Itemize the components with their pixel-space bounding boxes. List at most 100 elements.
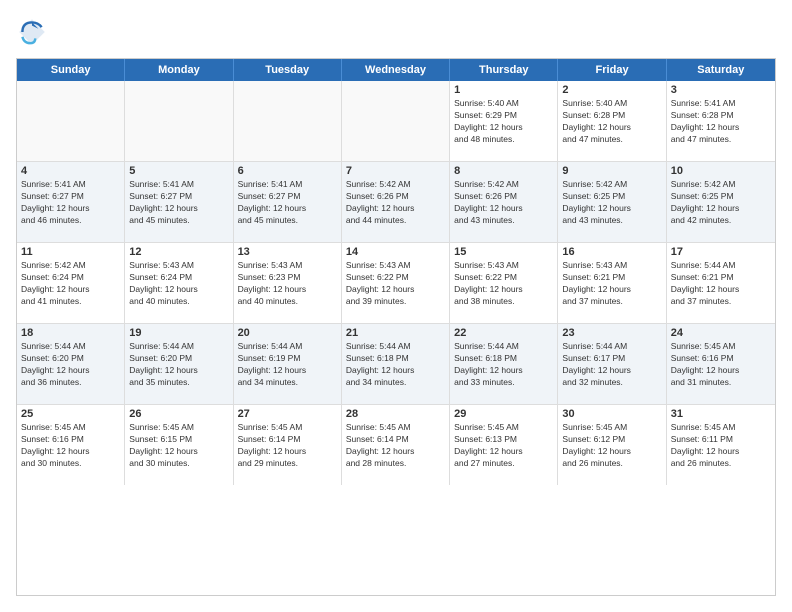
day-number: 14 bbox=[346, 246, 445, 258]
day-info: Sunrise: 5:43 AM Sunset: 6:23 PM Dayligh… bbox=[238, 260, 337, 308]
day-cell-18: 18 Sunrise: 5:44 AM Sunset: 6:20 PM Dayli… bbox=[17, 324, 125, 404]
empty-cell bbox=[125, 81, 233, 161]
day-cell-2: 2Sunrise: 5:40 AM Sunset: 6:28 PM Daylig… bbox=[558, 81, 666, 161]
day-info: Sunrise: 5:41 AM Sunset: 6:28 PM Dayligh… bbox=[671, 98, 771, 146]
calendar-row-1: 1Sunrise: 5:40 AM Sunset: 6:29 PM Daylig… bbox=[17, 81, 775, 162]
day-info: Sunrise: 5:45 AM Sunset: 6:13 PM Dayligh… bbox=[454, 422, 553, 470]
day-info: Sunrise: 5:44 AM Sunset: 6:20 PM Dayligh… bbox=[129, 341, 228, 389]
day-cell-6: 6 Sunrise: 5:41 AM Sunset: 6:27 PM Daylig… bbox=[234, 162, 342, 242]
day-cell-26: 26 Sunrise: 5:45 AM Sunset: 6:15 PM Dayli… bbox=[125, 405, 233, 485]
day-cell-12: 12Sunrise: 5:43 AM Sunset: 6:24 PM Dayli… bbox=[125, 243, 233, 323]
day-cell-13: 13 Sunrise: 5:43 AM Sunset: 6:23 PM Dayli… bbox=[234, 243, 342, 323]
day-info: Sunrise: 5:43 AM Sunset: 6:24 PM Dayligh… bbox=[129, 260, 228, 308]
day-number: 17 bbox=[671, 246, 771, 258]
day-cell-22: 22Sunrise: 5:44 AM Sunset: 6:18 PM Dayli… bbox=[450, 324, 558, 404]
day-cell-21: 21Sunrise: 5:44 AM Sunset: 6:18 PM Dayli… bbox=[342, 324, 450, 404]
day-cell-20: 20Sunrise: 5:44 AM Sunset: 6:19 PM Dayli… bbox=[234, 324, 342, 404]
day-number: 18 bbox=[21, 327, 120, 339]
day-cell-4: 4 Sunrise: 5:41 AM Sunset: 6:27 PM Daylig… bbox=[17, 162, 125, 242]
day-number: 25 bbox=[21, 408, 120, 420]
day-number: 19 bbox=[129, 327, 228, 339]
logo bbox=[16, 16, 54, 48]
day-cell-31: 31 Sunrise: 5:45 AM Sunset: 6:11 PM Dayli… bbox=[667, 405, 775, 485]
day-info: Sunrise: 5:45 AM Sunset: 6:16 PM Dayligh… bbox=[21, 422, 120, 470]
header-day-wednesday: Wednesday bbox=[342, 59, 450, 81]
day-cell-15: 15 Sunrise: 5:43 AM Sunset: 6:22 PM Dayli… bbox=[450, 243, 558, 323]
header-day-tuesday: Tuesday bbox=[234, 59, 342, 81]
day-cell-25: 25 Sunrise: 5:45 AM Sunset: 6:16 PM Dayli… bbox=[17, 405, 125, 485]
day-cell-11: 11Sunrise: 5:42 AM Sunset: 6:24 PM Dayli… bbox=[17, 243, 125, 323]
day-info: Sunrise: 5:45 AM Sunset: 6:11 PM Dayligh… bbox=[671, 422, 771, 470]
day-number: 11 bbox=[21, 246, 120, 258]
day-number: 10 bbox=[671, 165, 771, 177]
day-info: Sunrise: 5:45 AM Sunset: 6:12 PM Dayligh… bbox=[562, 422, 661, 470]
day-number: 26 bbox=[129, 408, 228, 420]
day-info: Sunrise: 5:45 AM Sunset: 6:16 PM Dayligh… bbox=[671, 341, 771, 389]
day-info: Sunrise: 5:44 AM Sunset: 6:18 PM Dayligh… bbox=[454, 341, 553, 389]
day-cell-10: 10 Sunrise: 5:42 AM Sunset: 6:25 PM Dayli… bbox=[667, 162, 775, 242]
day-info: Sunrise: 5:40 AM Sunset: 6:28 PM Dayligh… bbox=[562, 98, 661, 146]
day-number: 31 bbox=[671, 408, 771, 420]
day-cell-16: 16 Sunrise: 5:43 AM Sunset: 6:21 PM Dayli… bbox=[558, 243, 666, 323]
calendar-row-3: 11Sunrise: 5:42 AM Sunset: 6:24 PM Dayli… bbox=[17, 243, 775, 324]
day-number: 30 bbox=[562, 408, 661, 420]
day-info: Sunrise: 5:45 AM Sunset: 6:14 PM Dayligh… bbox=[346, 422, 445, 470]
calendar-row-5: 25 Sunrise: 5:45 AM Sunset: 6:16 PM Dayli… bbox=[17, 405, 775, 485]
header-day-thursday: Thursday bbox=[450, 59, 558, 81]
header-day-monday: Monday bbox=[125, 59, 233, 81]
day-number: 15 bbox=[454, 246, 553, 258]
day-cell-27: 27Sunrise: 5:45 AM Sunset: 6:14 PM Dayli… bbox=[234, 405, 342, 485]
day-number: 4 bbox=[21, 165, 120, 177]
day-number: 23 bbox=[562, 327, 661, 339]
day-cell-14: 14 Sunrise: 5:43 AM Sunset: 6:22 PM Dayli… bbox=[342, 243, 450, 323]
day-number: 24 bbox=[671, 327, 771, 339]
calendar-row-2: 4 Sunrise: 5:41 AM Sunset: 6:27 PM Daylig… bbox=[17, 162, 775, 243]
day-info: Sunrise: 5:44 AM Sunset: 6:21 PM Dayligh… bbox=[671, 260, 771, 308]
calendar-row-4: 18 Sunrise: 5:44 AM Sunset: 6:20 PM Dayli… bbox=[17, 324, 775, 405]
day-info: Sunrise: 5:41 AM Sunset: 6:27 PM Dayligh… bbox=[238, 179, 337, 227]
day-info: Sunrise: 5:42 AM Sunset: 6:25 PM Dayligh… bbox=[562, 179, 661, 227]
day-cell-3: 3 Sunrise: 5:41 AM Sunset: 6:28 PM Daylig… bbox=[667, 81, 775, 161]
empty-cell bbox=[17, 81, 125, 161]
day-number: 8 bbox=[454, 165, 553, 177]
day-info: Sunrise: 5:42 AM Sunset: 6:26 PM Dayligh… bbox=[346, 179, 445, 227]
day-number: 7 bbox=[346, 165, 445, 177]
day-info: Sunrise: 5:43 AM Sunset: 6:22 PM Dayligh… bbox=[454, 260, 553, 308]
day-info: Sunrise: 5:42 AM Sunset: 6:26 PM Dayligh… bbox=[454, 179, 553, 227]
day-number: 16 bbox=[562, 246, 661, 258]
day-info: Sunrise: 5:45 AM Sunset: 6:15 PM Dayligh… bbox=[129, 422, 228, 470]
day-cell-1: 1Sunrise: 5:40 AM Sunset: 6:29 PM Daylig… bbox=[450, 81, 558, 161]
day-info: Sunrise: 5:44 AM Sunset: 6:17 PM Dayligh… bbox=[562, 341, 661, 389]
day-info: Sunrise: 5:40 AM Sunset: 6:29 PM Dayligh… bbox=[454, 98, 553, 146]
calendar-header: SundayMondayTuesdayWednesdayThursdayFrid… bbox=[17, 59, 775, 81]
day-number: 29 bbox=[454, 408, 553, 420]
day-info: Sunrise: 5:45 AM Sunset: 6:14 PM Dayligh… bbox=[238, 422, 337, 470]
day-number: 20 bbox=[238, 327, 337, 339]
day-cell-7: 7 Sunrise: 5:42 AM Sunset: 6:26 PM Daylig… bbox=[342, 162, 450, 242]
calendar: SundayMondayTuesdayWednesdayThursdayFrid… bbox=[16, 58, 776, 596]
day-info: Sunrise: 5:41 AM Sunset: 6:27 PM Dayligh… bbox=[21, 179, 120, 227]
empty-cell bbox=[234, 81, 342, 161]
day-number: 28 bbox=[346, 408, 445, 420]
day-info: Sunrise: 5:44 AM Sunset: 6:18 PM Dayligh… bbox=[346, 341, 445, 389]
empty-cell bbox=[342, 81, 450, 161]
day-number: 5 bbox=[129, 165, 228, 177]
day-cell-24: 24 Sunrise: 5:45 AM Sunset: 6:16 PM Dayli… bbox=[667, 324, 775, 404]
day-cell-23: 23 Sunrise: 5:44 AM Sunset: 6:17 PM Dayli… bbox=[558, 324, 666, 404]
day-info: Sunrise: 5:42 AM Sunset: 6:25 PM Dayligh… bbox=[671, 179, 771, 227]
header-day-saturday: Saturday bbox=[667, 59, 775, 81]
day-cell-5: 5 Sunrise: 5:41 AM Sunset: 6:27 PM Daylig… bbox=[125, 162, 233, 242]
day-cell-8: 8 Sunrise: 5:42 AM Sunset: 6:26 PM Daylig… bbox=[450, 162, 558, 242]
day-number: 13 bbox=[238, 246, 337, 258]
day-info: Sunrise: 5:44 AM Sunset: 6:20 PM Dayligh… bbox=[21, 341, 120, 389]
day-info: Sunrise: 5:43 AM Sunset: 6:22 PM Dayligh… bbox=[346, 260, 445, 308]
day-cell-28: 28 Sunrise: 5:45 AM Sunset: 6:14 PM Dayli… bbox=[342, 405, 450, 485]
day-cell-9: 9Sunrise: 5:42 AM Sunset: 6:25 PM Daylig… bbox=[558, 162, 666, 242]
day-info: Sunrise: 5:41 AM Sunset: 6:27 PM Dayligh… bbox=[129, 179, 228, 227]
day-info: Sunrise: 5:43 AM Sunset: 6:21 PM Dayligh… bbox=[562, 260, 661, 308]
day-number: 3 bbox=[671, 84, 771, 96]
header bbox=[16, 16, 776, 48]
day-number: 6 bbox=[238, 165, 337, 177]
page: SundayMondayTuesdayWednesdayThursdayFrid… bbox=[0, 0, 792, 612]
day-cell-30: 30 Sunrise: 5:45 AM Sunset: 6:12 PM Dayli… bbox=[558, 405, 666, 485]
